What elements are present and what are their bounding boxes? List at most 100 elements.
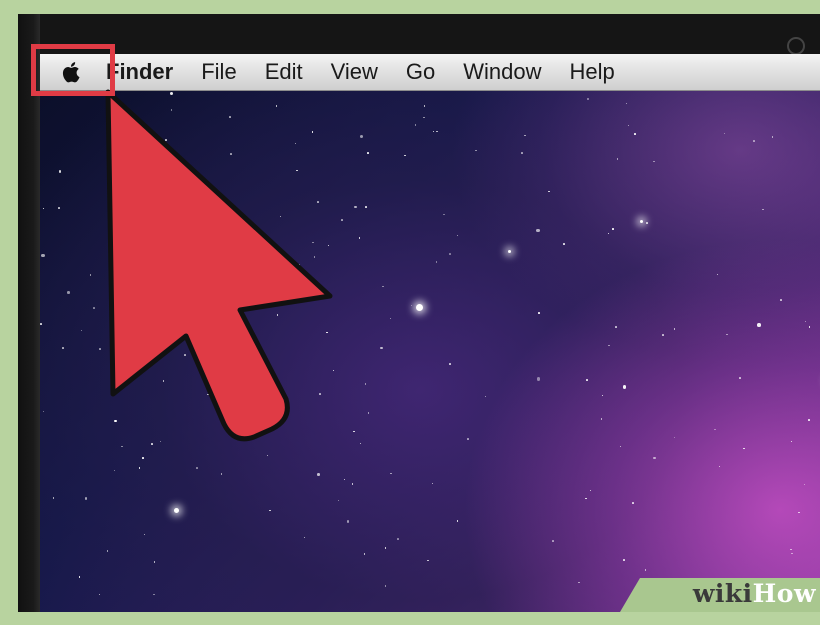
- star: [443, 213, 445, 216]
- star: [423, 116, 425, 119]
- watermark-text: wikiHow: [693, 579, 816, 608]
- star: [296, 169, 298, 172]
- star: [170, 109, 173, 111]
- star: [332, 369, 335, 372]
- star: [586, 97, 590, 101]
- star: [169, 91, 174, 96]
- star: [404, 154, 406, 157]
- star: [616, 158, 619, 160]
- star: [153, 561, 156, 563]
- star: [89, 274, 92, 276]
- star: [78, 576, 81, 578]
- star: [52, 497, 55, 499]
- star: [808, 326, 811, 328]
- star: [552, 540, 554, 542]
- star: [762, 208, 764, 211]
- star: [279, 215, 282, 218]
- star: [389, 317, 392, 320]
- star: [298, 263, 301, 266]
- star: [234, 215, 236, 218]
- star: [627, 124, 629, 127]
- star: [619, 445, 622, 448]
- screen-top-bezel: [18, 14, 820, 54]
- menu-file[interactable]: File: [187, 54, 250, 90]
- star: [646, 222, 648, 224]
- star: [718, 465, 720, 468]
- star: [351, 483, 354, 485]
- star: [207, 393, 209, 396]
- star: [359, 442, 362, 445]
- watermark-wiki: wiki: [692, 579, 753, 608]
- star: [716, 273, 719, 276]
- star: [456, 234, 459, 237]
- star: [484, 395, 487, 398]
- apple-menu-highlight: [31, 44, 115, 96]
- star: [578, 581, 580, 584]
- star: [653, 160, 655, 163]
- star: [612, 228, 614, 230]
- star: [341, 219, 343, 221]
- star: [166, 341, 169, 343]
- menu-edit[interactable]: Edit: [251, 54, 317, 90]
- star: [435, 261, 438, 263]
- star: [162, 380, 165, 382]
- star: [151, 166, 154, 168]
- star: [608, 344, 610, 347]
- star: [753, 140, 755, 142]
- star: [280, 408, 282, 411]
- star: [266, 454, 269, 457]
- desktop-wallpaper: [40, 90, 820, 612]
- star: [40, 323, 42, 325]
- star: [220, 473, 223, 475]
- menu-finder[interactable]: Finder: [104, 54, 187, 90]
- star: [410, 304, 413, 307]
- star: [673, 436, 676, 439]
- menu-window[interactable]: Window: [449, 54, 555, 90]
- star: [93, 307, 95, 309]
- star: [184, 354, 186, 356]
- star: [121, 445, 123, 448]
- star: [804, 320, 807, 323]
- star: [436, 130, 438, 133]
- bright-star: [640, 220, 643, 223]
- star: [538, 312, 540, 314]
- star: [380, 346, 383, 350]
- bright-star: [174, 508, 179, 513]
- star: [673, 328, 676, 330]
- star: [169, 232, 172, 235]
- star: [585, 497, 587, 500]
- image-frame: Finder File Edit View Go Window Help wik…: [0, 0, 820, 625]
- star: [771, 136, 774, 138]
- star: [98, 593, 101, 596]
- star: [536, 377, 541, 381]
- star: [367, 412, 370, 414]
- star: [726, 333, 728, 336]
- star: [312, 241, 314, 244]
- star: [337, 499, 340, 502]
- wikihow-watermark: wikiHow: [620, 578, 820, 612]
- star: [365, 206, 367, 208]
- star: [327, 244, 330, 247]
- star: [644, 569, 647, 571]
- menu-go[interactable]: Go: [392, 54, 449, 90]
- star: [723, 132, 726, 135]
- menu-view[interactable]: View: [317, 54, 392, 90]
- star: [275, 105, 278, 107]
- star: [449, 253, 451, 255]
- star: [390, 472, 392, 475]
- star: [317, 473, 320, 476]
- menu-help[interactable]: Help: [556, 54, 629, 90]
- star: [397, 538, 399, 540]
- star: [600, 418, 603, 420]
- star: [739, 377, 741, 379]
- star: [757, 323, 761, 327]
- star: [346, 520, 350, 523]
- star: [382, 285, 384, 288]
- star: [343, 478, 346, 481]
- star: [790, 548, 792, 551]
- star: [112, 159, 115, 161]
- star: [113, 469, 116, 472]
- bright-star: [508, 250, 511, 253]
- star: [359, 134, 364, 139]
- spotlight-icon: [787, 37, 805, 54]
